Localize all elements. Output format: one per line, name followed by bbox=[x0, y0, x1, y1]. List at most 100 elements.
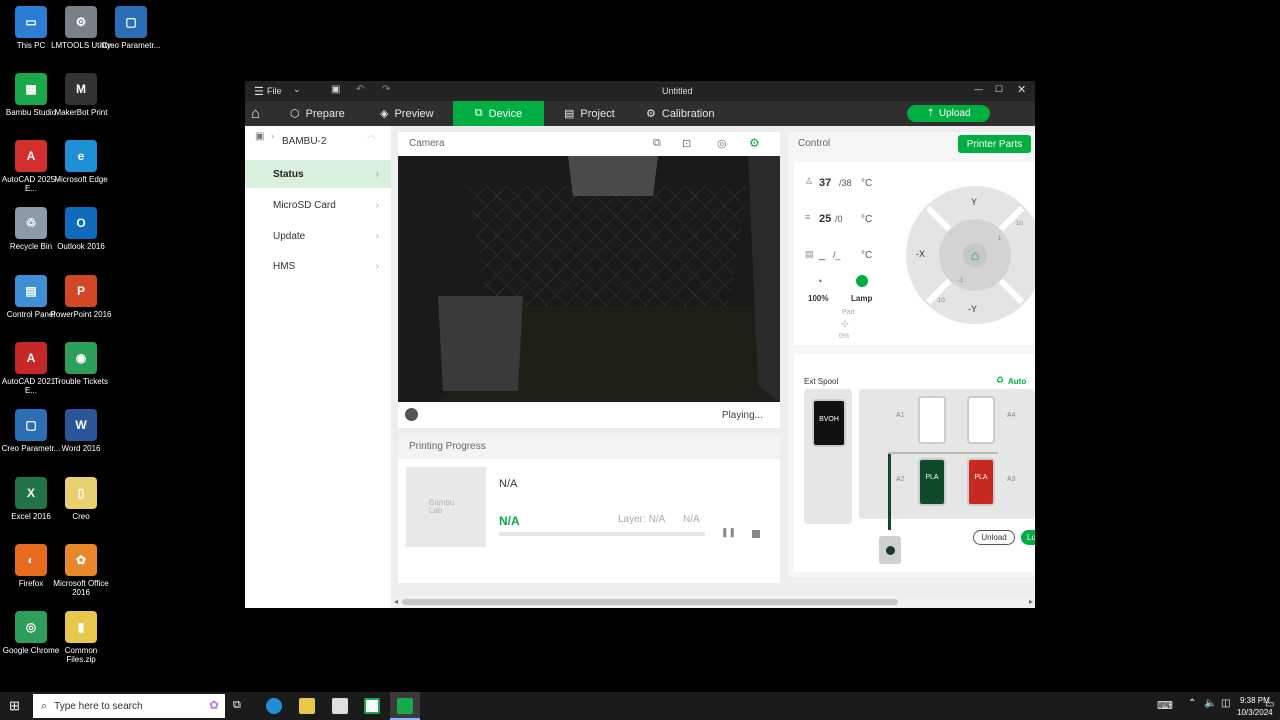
video-icon[interactable]: ⊡ bbox=[682, 137, 691, 150]
chevron-right-icon: › bbox=[375, 260, 379, 272]
store-taskbar-icon[interactable] bbox=[332, 698, 348, 714]
maximize-button[interactable]: ☐ bbox=[995, 84, 1003, 95]
timelapse-icon[interactable]: ⧉ bbox=[653, 137, 661, 150]
tab-calibration[interactable]: ⚙ Calibration bbox=[646, 101, 714, 126]
search-box[interactable]: ⌕ Type here to search ✿ bbox=[33, 694, 225, 718]
ext-spool[interactable]: BVOH bbox=[812, 399, 846, 447]
webcam-icon[interactable]: ◎ bbox=[717, 137, 727, 150]
jog-pad[interactable]: ⌂ Y -Y -X 1 10 -1 -10 bbox=[906, 186, 1035, 324]
edge-taskbar-icon[interactable] bbox=[266, 698, 282, 714]
desktop-app-icon: ⚙ bbox=[65, 6, 97, 38]
jog-step-neg10[interactable]: -10 bbox=[936, 298, 945, 304]
bambu-studio-taskbar-active[interactable] bbox=[390, 692, 420, 720]
speaker-icon[interactable]: 🔈 bbox=[1204, 698, 1216, 709]
desktop-icon[interactable]: ▮ Common Files.zip bbox=[50, 611, 112, 664]
desktop-app-icon: ◉ bbox=[65, 342, 97, 374]
show-hidden-icons[interactable]: ⌃ bbox=[1188, 698, 1196, 709]
desktop-app-icon: ✿ bbox=[65, 544, 97, 576]
ams-slot-a2[interactable]: PLA bbox=[918, 458, 946, 506]
part-fan-value: 0% bbox=[839, 333, 850, 340]
desktop-icon-label: Common Files.zip bbox=[64, 646, 98, 664]
camera-panel: Camera ⧉ ⊡ ◎ ⚙ Playing... bbox=[398, 132, 780, 428]
save-icon[interactable]: ▣ bbox=[331, 84, 340, 95]
desktop-app-icon: ▢ bbox=[15, 409, 47, 441]
jog-y-minus[interactable]: -Y bbox=[968, 304, 977, 314]
jog-y-plus[interactable]: Y bbox=[971, 197, 977, 207]
nozzle-target[interactable]: /38 bbox=[839, 178, 852, 188]
windows-start-icon[interactable]: ⊞ bbox=[9, 698, 20, 714]
undo-icon[interactable]: ↶ bbox=[356, 84, 364, 95]
jog-step-10[interactable]: 10 bbox=[1016, 221, 1023, 227]
ams-slot-a4[interactable] bbox=[967, 396, 995, 444]
file-menu[interactable]: File bbox=[267, 86, 282, 96]
printer-parts-button[interactable]: Printer Parts bbox=[958, 135, 1031, 153]
chevron-down-icon[interactable]: ⌄ bbox=[293, 84, 301, 95]
tab-preview[interactable]: ◈ Preview bbox=[380, 101, 434, 126]
speed-icon[interactable]: ◔ bbox=[816, 276, 823, 288]
unload-button[interactable]: Unload bbox=[973, 530, 1015, 545]
notifications-icon[interactable]: ▭ bbox=[1265, 699, 1274, 710]
close-button[interactable]: ✕ bbox=[1017, 83, 1026, 96]
scroll-left-icon[interactable]: ◂ bbox=[394, 597, 398, 606]
filament-path bbox=[888, 452, 891, 530]
fan-icon[interactable]: ✣ bbox=[841, 319, 849, 330]
time-remaining: N/A bbox=[683, 514, 700, 525]
desktop-icon-label: MakerBot Print bbox=[54, 108, 108, 117]
upload-button[interactable]: ⇡ Upload bbox=[907, 105, 990, 122]
auto-refill-icon[interactable]: ♻ bbox=[996, 375, 1004, 386]
minimize-button[interactable]: — bbox=[974, 84, 983, 94]
menu-icon[interactable]: ☰ bbox=[254, 85, 264, 98]
jog-step-neg1[interactable]: -1 bbox=[958, 278, 963, 284]
camera-title: Camera bbox=[409, 138, 445, 149]
extruder-icon bbox=[879, 536, 901, 564]
auto-refill-label[interactable]: Auto bbox=[1008, 377, 1026, 386]
desktop-icon[interactable]: M MakerBot Print bbox=[50, 73, 112, 117]
stop-stream-icon[interactable] bbox=[405, 408, 418, 421]
bed-icon: ≡ bbox=[805, 212, 811, 222]
ams-slot-a3[interactable]: PLA bbox=[967, 458, 995, 506]
desktop-app-icon: M bbox=[65, 73, 97, 105]
sidebar-item-status[interactable]: Status › bbox=[245, 160, 391, 188]
bambu-logo: Bambu Lab bbox=[429, 498, 455, 515]
camera-settings-icon[interactable]: ⚙ bbox=[749, 136, 760, 150]
tab-prepare[interactable]: ⬡ Prepare bbox=[290, 101, 345, 126]
bed-target[interactable]: /0 bbox=[835, 214, 843, 224]
desktop-icon[interactable]: W Word 2016 bbox=[50, 409, 112, 453]
redo-icon[interactable]: ↷ bbox=[382, 84, 390, 95]
desktop-icon[interactable]: e Microsoft Edge bbox=[50, 140, 112, 184]
pause-button[interactable]: ❚❚ bbox=[721, 527, 736, 538]
cube-icon: ⬡ bbox=[290, 108, 300, 120]
layers-icon: ◈ bbox=[380, 108, 389, 120]
desktop-app-icon: ◎ bbox=[15, 611, 47, 643]
keyboard-icon[interactable]: ⌨ bbox=[1157, 699, 1173, 712]
desktop-icon[interactable]: ▯ Creo bbox=[50, 477, 112, 521]
ams-slot-a1[interactable] bbox=[918, 396, 946, 444]
search-decoration-icon: ✿ bbox=[208, 698, 219, 712]
desktop-icon[interactable]: ◉ Trouble Tickets bbox=[50, 342, 112, 386]
sidebar-item-update[interactable]: Update › bbox=[245, 222, 391, 250]
desktop-icon[interactable]: ✿ Microsoft Office 2016 bbox=[50, 544, 112, 597]
camera-feed[interactable] bbox=[398, 156, 780, 402]
lamp-icon[interactable] bbox=[856, 275, 868, 287]
desktop-icon[interactable]: P PowerPoint 2016 bbox=[50, 275, 112, 319]
load-button[interactable]: Lo bbox=[1021, 530, 1035, 545]
home-tab[interactable]: ⌂ bbox=[251, 101, 260, 126]
scroll-thumb[interactable] bbox=[402, 599, 898, 605]
sidebar-item-hms[interactable]: HMS › bbox=[245, 252, 391, 280]
tab-project[interactable]: ▤ Project bbox=[564, 101, 615, 126]
scroll-right-icon[interactable]: ▸ bbox=[1029, 597, 1033, 606]
task-view-icon[interactable]: ⧉ bbox=[233, 699, 241, 712]
file-explorer-taskbar-icon[interactable] bbox=[299, 698, 315, 714]
bambu-taskbar-icon-alt[interactable] bbox=[364, 698, 380, 714]
home-axes-button[interactable]: ⌂ bbox=[963, 243, 987, 267]
desktop-icon[interactable]: ▢ Creo Parametr... bbox=[100, 6, 162, 50]
sidebar-item-microsd[interactable]: MicroSD Card › bbox=[245, 191, 391, 219]
horizontal-scrollbar[interactable]: ◂ ▸ bbox=[392, 597, 1035, 608]
jog-step-1[interactable]: 1 bbox=[998, 236, 1001, 242]
stop-button[interactable] bbox=[752, 530, 760, 538]
tab-device[interactable]: ⧉ Device bbox=[453, 101, 544, 126]
desktop-icon[interactable]: O Outlook 2016 bbox=[50, 207, 112, 251]
printer-name[interactable]: BAMBU-2 bbox=[282, 136, 326, 147]
jog-x-minus[interactable]: -X bbox=[916, 249, 925, 259]
network-icon[interactable]: ◫ bbox=[1221, 698, 1230, 709]
